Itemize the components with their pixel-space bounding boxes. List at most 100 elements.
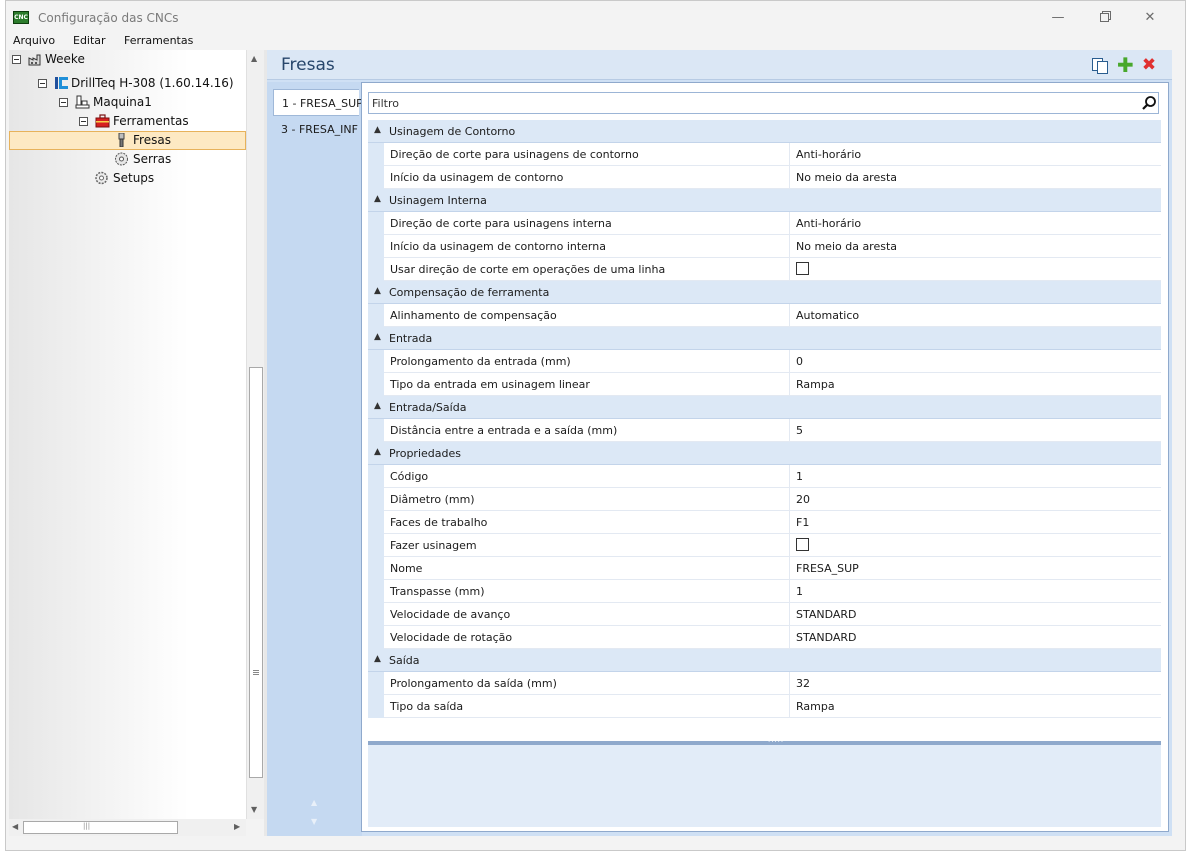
add-icon[interactable]: ✚: [1117, 55, 1134, 75]
property-value[interactable]: FRESA_SUP: [796, 562, 859, 575]
property-row[interactable]: Usar direção de corte em operações de um…: [368, 258, 1161, 281]
delete-icon[interactable]: ✖: [1141, 57, 1157, 74]
property-row[interactable]: Direção de corte para usinagens interna A…: [368, 212, 1161, 235]
property-value[interactable]: 5: [796, 424, 803, 437]
minimize-button[interactable]: —: [1036, 7, 1080, 29]
scroll-up-arrow-icon[interactable]: ▲: [251, 54, 257, 63]
copy-icon[interactable]: [1091, 57, 1108, 74]
property-row[interactable]: Início da usinagem de contorno interna No…: [368, 235, 1161, 258]
tree-item-weeke[interactable]: Weeke: [9, 50, 246, 69]
row-gutter: [368, 212, 384, 235]
tree-item-drillteq[interactable]: DrillTeq H-308 (1.60.14.16): [9, 74, 246, 93]
property-row[interactable]: Tipo da entrada em usinagem linear Rampa: [368, 373, 1161, 396]
property-row[interactable]: Código 1: [368, 465, 1161, 488]
property-row[interactable]: Fazer usinagem: [368, 534, 1161, 557]
menu-arquivo[interactable]: Arquivo: [13, 34, 55, 47]
collapse-icon[interactable]: [38, 79, 47, 88]
property-value[interactable]: Rampa: [796, 378, 835, 391]
collapse-icon[interactable]: [59, 98, 68, 107]
tab-fresa-sup[interactable]: 1 - FRESA_SUP: [273, 89, 363, 116]
maximize-button[interactable]: [1082, 7, 1126, 29]
chevron-up-icon[interactable]: ▲: [374, 194, 381, 204]
property-name: Prolongamento da saída (mm): [390, 677, 557, 690]
collapse-icon[interactable]: [12, 55, 21, 64]
property-value[interactable]: STANDARD: [796, 608, 857, 621]
scroll-thumb[interactable]: [249, 367, 263, 778]
chevron-up-icon[interactable]: ▲: [374, 447, 381, 457]
property-value[interactable]: 32: [796, 677, 810, 690]
category-row[interactable]: ▲ Usinagem de Contorno: [368, 120, 1161, 143]
column-divider: [789, 465, 790, 488]
menu-ferramentas[interactable]: Ferramentas: [124, 34, 193, 47]
row-gutter: [368, 534, 384, 557]
property-value[interactable]: F1: [796, 516, 809, 529]
property-checkbox[interactable]: [796, 262, 809, 275]
property-row[interactable]: Prolongamento da saída (mm) 32: [368, 672, 1161, 695]
property-row[interactable]: Início da usinagem de contorno No meio da…: [368, 166, 1161, 189]
property-value[interactable]: 0: [796, 355, 803, 368]
property-value[interactable]: STANDARD: [796, 631, 857, 644]
tree-item-label: DrillTeq H-308 (1.60.14.16): [71, 76, 234, 90]
property-value[interactable]: Anti-horário: [796, 148, 861, 161]
property-row[interactable]: Transpasse (mm) 1: [368, 580, 1161, 603]
menu-editar[interactable]: Editar: [73, 34, 106, 47]
filter-input[interactable]: [369, 93, 1129, 113]
property-row[interactable]: Distância entre a entrada e a saída (mm)…: [368, 419, 1161, 442]
category-row[interactable]: ▲ Compensação de ferramenta: [368, 281, 1161, 304]
scroll-left-arrow-icon[interactable]: ◀: [12, 822, 18, 831]
tab-fresa-inf[interactable]: 3 - FRESA_INF: [273, 116, 359, 143]
chevron-up-icon[interactable]: ▲: [374, 654, 381, 664]
machine-icon: [75, 95, 90, 109]
close-button[interactable]: ✕: [1128, 7, 1172, 29]
property-row[interactable]: Velocidade de rotação STANDARD: [368, 626, 1161, 649]
category-row[interactable]: ▲ Entrada: [368, 327, 1161, 350]
chevron-up-icon[interactable]: ▲: [374, 401, 381, 411]
scroll-right-arrow-icon[interactable]: ▶: [234, 822, 240, 831]
property-value[interactable]: 1: [796, 470, 803, 483]
tabs-scroll-down-icon[interactable]: ▼: [311, 817, 317, 826]
category-row[interactable]: ▲ Saída: [368, 649, 1161, 672]
property-row[interactable]: Tipo da saída Rampa: [368, 695, 1161, 718]
scroll-thumb[interactable]: [23, 821, 178, 834]
tree-item-fresas[interactable]: Fresas: [9, 131, 246, 150]
row-gutter: [368, 557, 384, 580]
scroll-down-arrow-icon[interactable]: ▼: [251, 805, 257, 814]
property-checkbox[interactable]: [796, 538, 809, 551]
tree-item-setups[interactable]: Setups: [9, 169, 246, 188]
minimize-icon: —: [1051, 10, 1065, 25]
property-row[interactable]: Nome FRESA_SUP: [368, 557, 1161, 580]
column-divider: [789, 258, 790, 281]
property-value[interactable]: No meio da aresta: [796, 240, 897, 253]
chevron-up-icon[interactable]: ▲: [374, 286, 381, 296]
tree-item-ferramentas[interactable]: Ferramentas: [9, 112, 246, 131]
tabs-scroll-up-icon[interactable]: ▲: [311, 798, 317, 807]
tree-horizontal-scrollbar[interactable]: ◀ ||| ▶: [9, 819, 246, 836]
factory-icon: [28, 54, 41, 66]
column-divider: [789, 373, 790, 396]
chevron-up-icon[interactable]: ▲: [374, 125, 381, 135]
property-value[interactable]: 1: [796, 585, 803, 598]
chevron-up-icon[interactable]: ▲: [374, 332, 381, 342]
tree-vertical-scrollbar[interactable]: ▲ ▼: [246, 50, 264, 819]
property-name: Início da usinagem de contorno interna: [390, 240, 606, 253]
property-row[interactable]: Prolongamento da entrada (mm) 0: [368, 350, 1161, 373]
property-value[interactable]: Anti-horário: [796, 217, 861, 230]
property-value[interactable]: No meio da aresta: [796, 171, 897, 184]
property-value[interactable]: Rampa: [796, 700, 835, 713]
property-row[interactable]: Faces de trabalho F1: [368, 511, 1161, 534]
category-row[interactable]: ▲ Entrada/Saída: [368, 396, 1161, 419]
property-row[interactable]: Direção de corte para usinagens de conto…: [368, 143, 1161, 166]
tree-item-serras[interactable]: Serras: [9, 150, 246, 169]
search-icon[interactable]: [1141, 95, 1157, 111]
column-divider: [789, 419, 790, 442]
property-value[interactable]: Automatico: [796, 309, 859, 322]
property-row[interactable]: Diâmetro (mm) 20: [368, 488, 1161, 511]
property-name: Faces de trabalho: [390, 516, 488, 529]
property-row[interactable]: Velocidade de avanço STANDARD: [368, 603, 1161, 626]
category-row[interactable]: ▲ Usinagem Interna: [368, 189, 1161, 212]
category-row[interactable]: ▲ Propriedades: [368, 442, 1161, 465]
property-value[interactable]: 20: [796, 493, 810, 506]
property-row[interactable]: Alinhamento de compensação Automatico: [368, 304, 1161, 327]
tree-item-maquina1[interactable]: Maquina1: [9, 93, 246, 112]
collapse-icon[interactable]: [79, 117, 88, 126]
